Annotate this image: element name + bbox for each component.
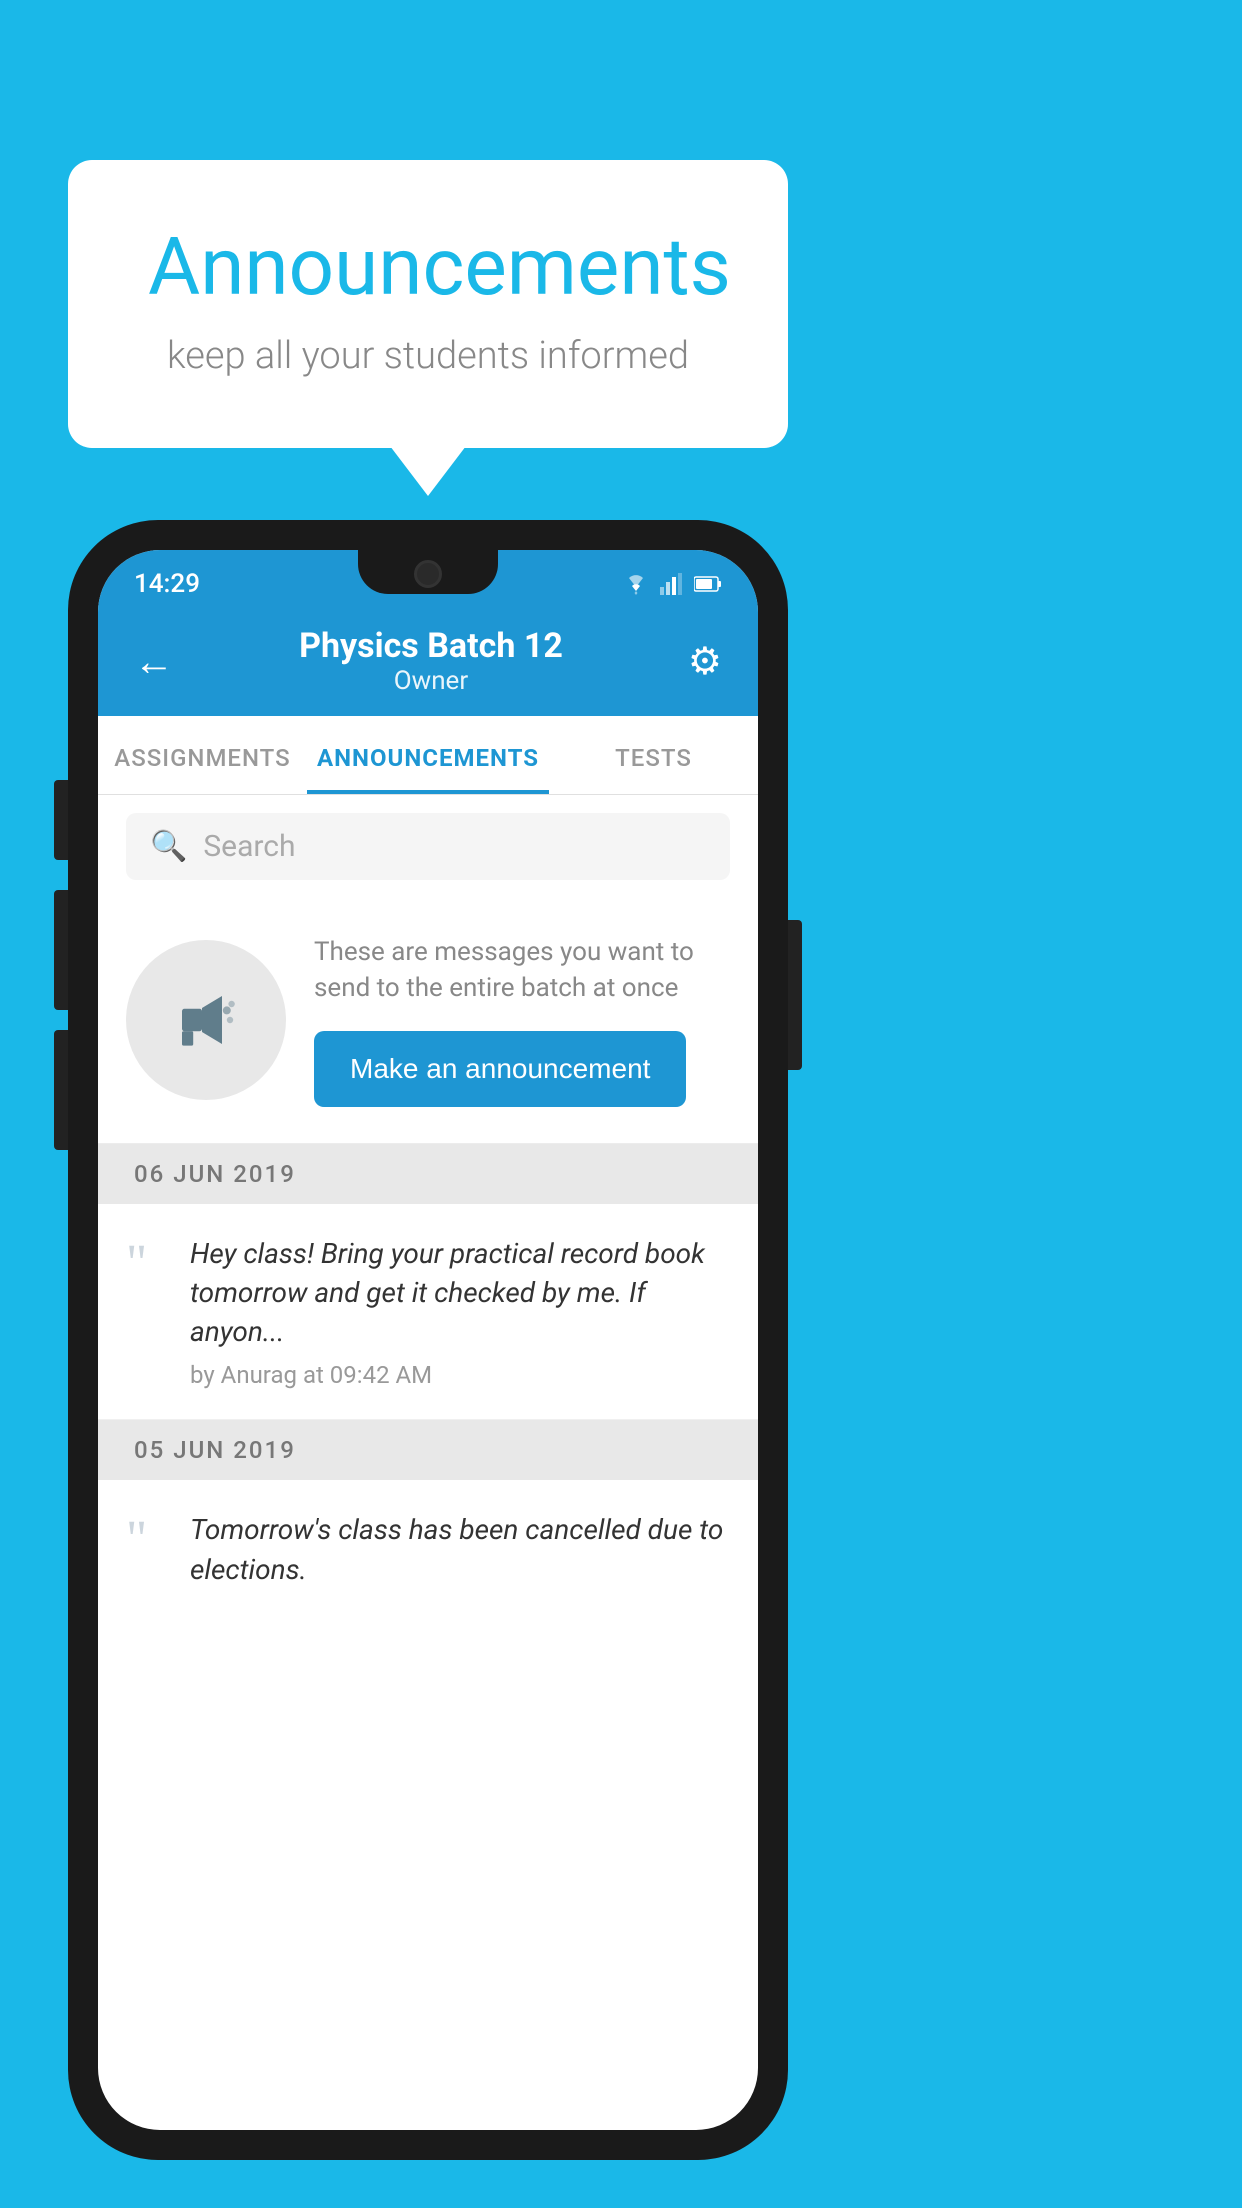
status-icons (622, 573, 722, 595)
search-container: 🔍 Search (98, 795, 758, 898)
make-announcement-button[interactable]: Make an announcement (314, 1031, 686, 1107)
vol-up-button (54, 890, 68, 1010)
quote-icon-2: " (126, 1510, 166, 1566)
announcement-text-2: Tomorrow's class has been cancelled due … (190, 1510, 730, 1588)
search-input[interactable]: Search (203, 829, 295, 864)
announcement-content-1: Hey class! Bring your practical record b… (190, 1234, 730, 1390)
phone-notch (358, 550, 498, 594)
speech-bubble: Announcements keep all your students inf… (68, 160, 788, 448)
cta-icon-circle (126, 940, 286, 1100)
cta-description: These are messages you want to send to t… (314, 934, 730, 1007)
phone-screen: 14:29 (98, 550, 758, 2130)
cta-right: These are messages you want to send to t… (314, 934, 730, 1107)
app-header: ← Physics Batch 12 Owner ⚙ (98, 610, 758, 716)
phone-outer: 14:29 (68, 520, 788, 2160)
phone-mockup: 14:29 (68, 520, 788, 2160)
front-camera (414, 560, 442, 588)
vol-down-button (54, 1030, 68, 1150)
tabs-bar: ASSIGNMENTS ANNOUNCEMENTS TESTS (98, 716, 758, 795)
announcement-cta-section: These are messages you want to send to t… (98, 898, 758, 1144)
tab-assignments[interactable]: ASSIGNMENTS (98, 716, 307, 794)
back-button[interactable]: ← (134, 638, 174, 685)
speech-bubble-title: Announcements (148, 220, 708, 314)
announcement-item-1[interactable]: " Hey class! Bring your practical record… (98, 1204, 758, 1421)
announcement-text-1: Hey class! Bring your practical record b… (190, 1234, 730, 1352)
date-separator-1: 06 JUN 2019 (98, 1144, 758, 1204)
quote-icon-1: " (126, 1234, 166, 1290)
battery-icon (694, 575, 722, 593)
power-button (788, 920, 802, 1070)
tab-tests[interactable]: TESTS (549, 716, 758, 794)
announcement-item-2[interactable]: " Tomorrow's class has been cancelled du… (98, 1480, 758, 1628)
search-input-wrapper[interactable]: 🔍 Search (126, 813, 730, 880)
speech-bubble-subtitle: keep all your students informed (148, 334, 708, 378)
header-title-area: Physics Batch 12 Owner (299, 626, 563, 696)
wifi-icon (622, 573, 650, 595)
tab-announcements[interactable]: ANNOUNCEMENTS (307, 716, 549, 794)
date-separator-2: 05 JUN 2019 (98, 1420, 758, 1480)
announcement-meta-1: by Anurag at 09:42 AM (190, 1361, 730, 1389)
header-subtitle: Owner (299, 666, 563, 696)
megaphone-icon (166, 980, 246, 1060)
signal-icon (660, 573, 684, 595)
speech-bubble-container: Announcements keep all your students inf… (68, 160, 788, 448)
status-time: 14:29 (134, 569, 200, 599)
settings-button[interactable]: ⚙ (688, 639, 722, 684)
header-title: Physics Batch 12 (299, 626, 563, 666)
search-icon: 🔍 (150, 829, 187, 864)
announcement-content-2: Tomorrow's class has been cancelled due … (190, 1510, 730, 1598)
